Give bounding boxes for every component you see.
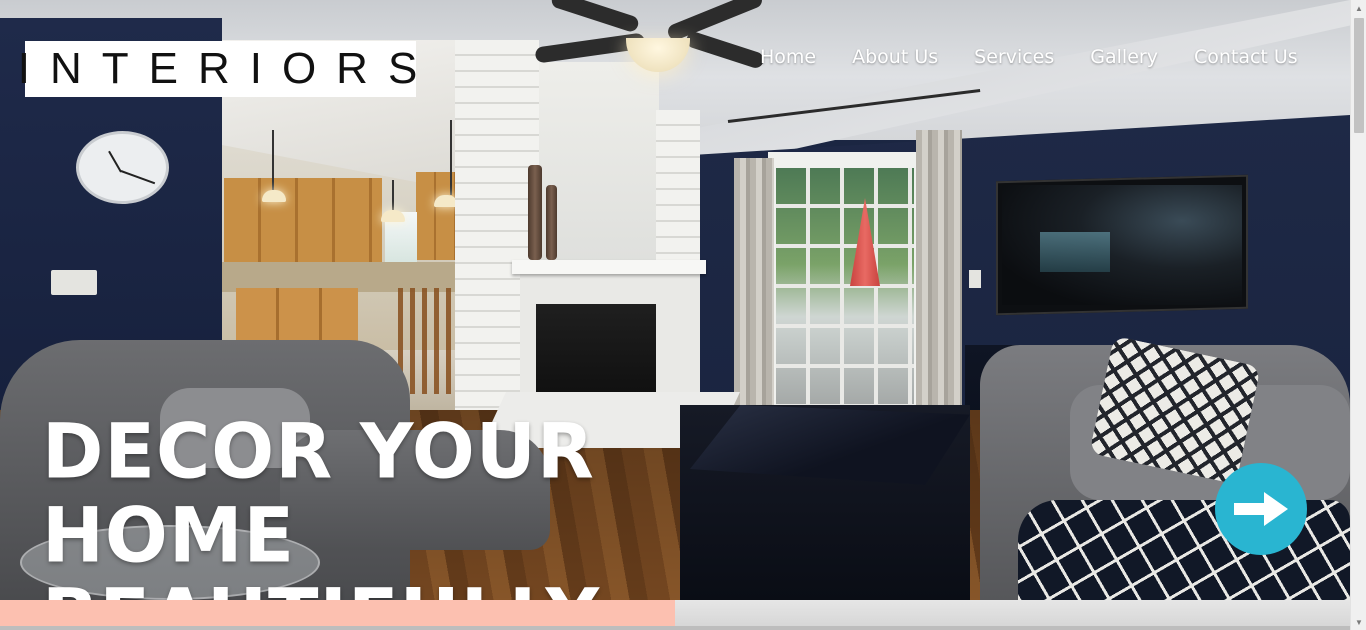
- scroll-up-arrow-icon[interactable]: ▲: [1351, 0, 1366, 16]
- curtain-left: [734, 158, 774, 416]
- dining-chair: [398, 288, 456, 394]
- patio-door-glass: [776, 168, 914, 408]
- pendant-shade: [381, 210, 405, 222]
- curtain-right: [916, 130, 962, 422]
- fan-blade: [665, 0, 765, 43]
- arrow-right-icon: [1234, 492, 1288, 526]
- television-screen: [1002, 185, 1242, 305]
- chimney: [539, 62, 659, 272]
- main-nav: Home About Us Services Gallery Contact U…: [742, 44, 1316, 72]
- next-slide-button[interactable]: [1215, 463, 1307, 555]
- bottom-accent-bar: [0, 600, 675, 626]
- hero-headline-line-1: DECOR YOUR HOME: [42, 408, 595, 580]
- pendant-light: [392, 180, 394, 210]
- kitchen-cabinets: [224, 178, 382, 263]
- vertical-scrollbar[interactable]: ▲ ▼: [1350, 0, 1366, 630]
- logo-text: INTERIORS: [17, 44, 438, 93]
- television-reflection: [1040, 232, 1110, 272]
- pendant-light: [272, 130, 274, 190]
- wall-clock-icon: [76, 131, 169, 204]
- candlestick: [528, 165, 542, 260]
- light-switch: [51, 270, 97, 295]
- pendant-shade: [262, 190, 286, 202]
- nav-home[interactable]: Home: [742, 44, 834, 72]
- site-logo[interactable]: INTERIORS: [18, 41, 417, 97]
- scrollbar-thumb[interactable]: [1354, 18, 1364, 133]
- nav-services[interactable]: Services: [956, 44, 1072, 72]
- pendant-light: [450, 120, 452, 195]
- nav-contact-us[interactable]: Contact Us: [1176, 44, 1316, 72]
- bottom-content-preview: [675, 600, 1350, 626]
- fan-blade: [549, 0, 641, 34]
- nav-about-us[interactable]: About Us: [834, 44, 956, 72]
- fireplace-mantel: [512, 260, 706, 274]
- light-switch: [969, 270, 981, 288]
- bottom-strip: [0, 626, 1350, 630]
- candlestick: [546, 185, 557, 260]
- nav-gallery[interactable]: Gallery: [1072, 44, 1176, 72]
- hero-headline: DECOR YOUR HOME BEAUTIFULLY: [42, 408, 802, 630]
- scroll-down-arrow-icon[interactable]: ▼: [1351, 614, 1366, 630]
